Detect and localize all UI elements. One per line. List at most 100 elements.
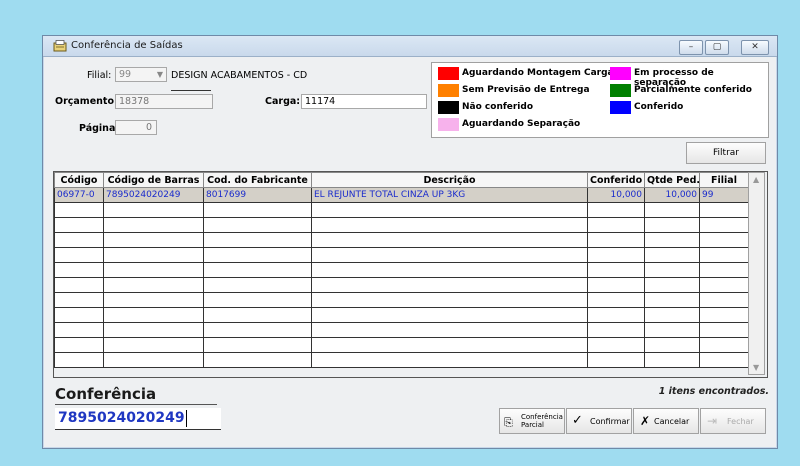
chevron-down-icon: ▼ — [156, 70, 163, 79]
legend-label-aguardando-montagem: Aguardando Montagem Carga — [462, 68, 614, 78]
table-row-empty[interactable] — [54, 262, 749, 278]
filter-button[interactable]: Filtrar — [686, 142, 766, 164]
table-scrollbar[interactable]: ▲ ▼ — [748, 172, 765, 375]
barcode-input[interactable]: 7895024020249 — [55, 408, 221, 430]
table-cell-empty — [203, 307, 312, 323]
close-button[interactable]: ✕ — [741, 40, 769, 55]
table-cell-empty — [54, 247, 104, 263]
table-cell-empty — [587, 307, 645, 323]
table-cell-empty — [644, 202, 700, 218]
table-cell-empty — [203, 352, 312, 368]
pagina-label: Página — [79, 123, 116, 134]
carga-label: Carga: — [265, 96, 301, 107]
table-cell-empty — [699, 322, 749, 338]
conferencia-title: Conferência — [55, 385, 157, 403]
table-cell-empty — [644, 292, 700, 308]
table-cell-empty — [203, 322, 312, 338]
table-cell-empty — [699, 337, 749, 353]
scroll-up-icon[interactable]: ▲ — [753, 175, 759, 184]
table-cell-empty — [54, 232, 104, 248]
table-cell-empty — [203, 217, 312, 233]
partial-check-icon: ⎘ — [504, 416, 513, 429]
table-row[interactable]: 06977-0 7895024020249 8017699 EL REJUNTE… — [54, 187, 749, 203]
col-qtde-ped[interactable]: Qtde Ped. — [644, 172, 700, 188]
pagina-field[interactable]: 0 — [115, 120, 157, 135]
table-cell-empty — [587, 277, 645, 293]
table-cell-empty — [54, 262, 104, 278]
table-cell-empty — [54, 292, 104, 308]
table-cell-empty — [699, 232, 749, 248]
table-cell-empty — [103, 277, 204, 293]
col-cod-fabricante[interactable]: Cod. do Fabricante — [203, 172, 312, 188]
table-row-empty[interactable] — [54, 352, 749, 368]
table-cell-empty — [103, 247, 204, 263]
cancel-icon: ✗ — [640, 414, 651, 428]
table-row-empty[interactable] — [54, 292, 749, 308]
table-row-empty[interactable] — [54, 232, 749, 248]
table-cell-empty — [587, 217, 645, 233]
close-form-button[interactable]: ⇥ Fechar — [700, 408, 766, 434]
table-row-empty[interactable] — [54, 337, 749, 353]
col-descricao[interactable]: Descrição — [311, 172, 588, 188]
col-conferido[interactable]: Conferido — [587, 172, 645, 188]
table-cell-empty — [311, 262, 588, 278]
carga-field[interactable]: 11174 — [301, 94, 427, 109]
checkmark-icon: ✓ — [572, 413, 583, 428]
table-cell-empty — [699, 307, 749, 323]
scroll-down-icon[interactable]: ▼ — [753, 363, 759, 372]
table-cell-empty — [311, 292, 588, 308]
table-row-empty[interactable] — [54, 202, 749, 218]
table-cell-empty — [644, 217, 700, 233]
table-cell-empty — [644, 277, 700, 293]
table-cell-empty — [311, 217, 588, 233]
table-cell-empty — [644, 232, 700, 248]
table-cell-empty — [54, 337, 104, 353]
legend-swatch-conferido — [610, 101, 631, 114]
filial-select[interactable]: 99 ▼ — [115, 67, 167, 82]
confirm-button[interactable]: ✓ Confirmar — [566, 408, 632, 434]
divider — [55, 404, 217, 405]
title-bar: Conferência de Saídas – ▢ ✕ — [43, 36, 777, 57]
table-cell-empty — [699, 202, 749, 218]
table-header: Código Código de Barras Cod. do Fabrican… — [54, 172, 749, 188]
col-codigo[interactable]: Código — [54, 172, 104, 188]
status-legend: Aguardando Montagem Carga Sem Previsão d… — [431, 62, 769, 138]
filial-label: Filial: — [87, 70, 112, 81]
table-cell-empty — [311, 247, 588, 263]
table-cell-empty — [103, 232, 204, 248]
table-row-empty[interactable] — [54, 217, 749, 233]
orcamento-field[interactable]: 18378 — [115, 94, 213, 109]
filial-value: 99 — [119, 69, 132, 80]
col-filial[interactable]: Filial — [699, 172, 749, 188]
table-cell-empty — [54, 202, 104, 218]
table-cell-empty — [311, 337, 588, 353]
table-cell-empty — [587, 337, 645, 353]
col-codigo-barras[interactable]: Código de Barras — [103, 172, 204, 188]
cancel-button[interactable]: ✗ Cancelar — [633, 408, 699, 434]
table-cell-empty — [699, 352, 749, 368]
table-cell-empty — [103, 202, 204, 218]
minimize-button[interactable]: – — [679, 40, 703, 55]
table-cell-empty — [587, 352, 645, 368]
table-cell-empty — [587, 232, 645, 248]
legend-label-nao-conferido: Não conferido — [462, 102, 534, 112]
table-cell-empty — [103, 352, 204, 368]
table-row-empty[interactable] — [54, 307, 749, 323]
legend-swatch-nao-conferido — [438, 101, 459, 114]
table-cell-empty — [311, 232, 588, 248]
partial-check-label: Conferência Parcial — [521, 413, 563, 429]
table-cell-empty — [103, 307, 204, 323]
table-row-empty[interactable] — [54, 322, 749, 338]
table-cell-empty — [203, 337, 312, 353]
cell-qtde-ped: 10,000 — [644, 187, 700, 203]
maximize-button[interactable]: ▢ — [705, 40, 729, 55]
partial-check-button[interactable]: ⎘ Conferência Parcial — [499, 408, 565, 434]
table-cell-empty — [311, 352, 588, 368]
table-row-empty[interactable] — [54, 277, 749, 293]
confirm-label: Confirmar — [590, 417, 630, 426]
table-cell-empty — [699, 217, 749, 233]
table-row-empty[interactable] — [54, 247, 749, 263]
divider — [171, 90, 211, 91]
cell-codigo: 06977-0 — [54, 187, 104, 203]
cell-cod-fabricante: 8017699 — [203, 187, 312, 203]
